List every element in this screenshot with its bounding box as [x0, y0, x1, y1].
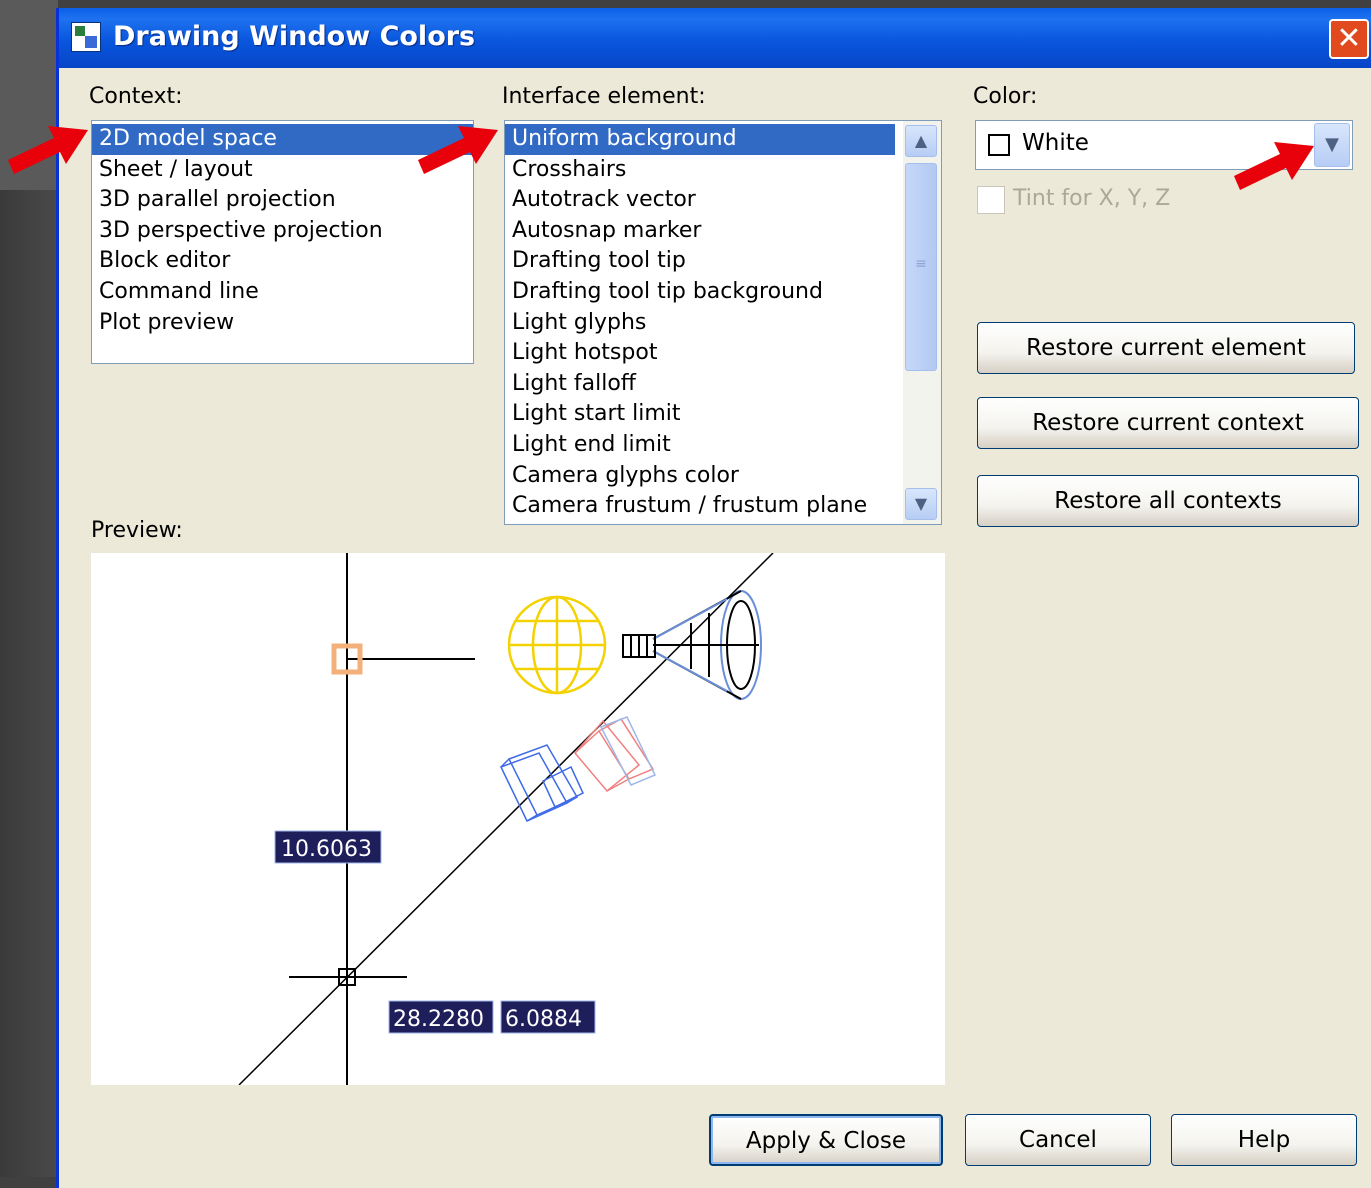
element-item-light-glyphs[interactable]: Light glyphs	[505, 308, 895, 339]
annotation-arrow-icon	[8, 126, 88, 174]
element-item-camera-frustum[interactable]: Camera frustum / frustum plane	[505, 491, 895, 522]
annotation-arrow-icon	[1234, 142, 1314, 190]
tint-checkbox[interactable]	[977, 186, 1005, 214]
interface-element-listbox[interactable]: Uniform background Crosshairs Autotrack …	[504, 120, 942, 525]
element-item-drafting-tool-tip[interactable]: Drafting tool tip	[505, 246, 895, 277]
help-button[interactable]: Help	[1171, 1114, 1357, 1166]
element-item-crosshairs[interactable]: Crosshairs	[505, 155, 895, 186]
app-icon	[71, 22, 101, 52]
element-item-drafting-tool-tip-background[interactable]: Drafting tool tip background	[505, 277, 895, 308]
light-glyph-sphere	[507, 595, 607, 695]
element-item-autotrack-vector[interactable]: Autotrack vector	[505, 185, 895, 216]
context-item-command-line[interactable]: Command line	[92, 277, 473, 308]
context-item-3d-parallel[interactable]: 3D parallel projection	[92, 185, 473, 216]
restore-current-context-button[interactable]: Restore current context	[977, 397, 1359, 449]
tint-label: Tint for X, Y, Z	[1013, 186, 1171, 211]
context-item-plot-preview[interactable]: Plot preview	[92, 308, 473, 339]
color-swatch	[988, 134, 1010, 156]
tooltip-length: 10.6063	[281, 837, 372, 862]
chevron-down-icon: ▼	[1325, 134, 1339, 155]
scroll-up-button[interactable]: ▲	[905, 125, 937, 157]
camera-glyph	[499, 716, 657, 822]
color-value: White	[1022, 130, 1089, 156]
close-button[interactable]: ✕	[1329, 19, 1369, 59]
preview-label: Preview:	[91, 518, 183, 543]
chevron-down-icon: ▼	[914, 494, 928, 513]
element-item-light-hotspot[interactable]: Light hotspot	[505, 338, 895, 369]
tooltip-x: 28.2280	[393, 1007, 484, 1032]
preview-canvas: 10.6063 28.2280 6.0884	[238, 553, 774, 1085]
element-item-uniform-background[interactable]: Uniform background	[505, 124, 895, 155]
restore-current-element-button[interactable]: Restore current element	[977, 322, 1355, 374]
restore-all-contexts-button[interactable]: Restore all contexts	[977, 475, 1359, 527]
color-label: Color:	[973, 84, 1038, 109]
element-item-autosnap-marker[interactable]: Autosnap marker	[505, 216, 895, 247]
element-item-light-start-limit[interactable]: Light start limit	[505, 399, 895, 430]
apply-close-button[interactable]: Apply & Close	[709, 1114, 943, 1166]
grip-icon: ≡	[915, 256, 927, 272]
cancel-button[interactable]: Cancel	[965, 1114, 1151, 1166]
context-item-3d-perspective[interactable]: 3D perspective projection	[92, 216, 473, 247]
context-label: Context:	[89, 84, 183, 109]
annotation-arrow-icon	[418, 126, 498, 174]
tooltip-y: 6.0884	[505, 1007, 582, 1032]
scroll-thumb[interactable]: ≡	[905, 163, 937, 371]
preview-pane: 10.6063 28.2280 6.0884	[91, 553, 945, 1085]
scroll-down-button[interactable]: ▼	[905, 488, 937, 520]
close-icon: ✕	[1336, 21, 1362, 56]
element-item-camera-glyphs-color[interactable]: Camera glyphs color	[505, 461, 895, 492]
title-bar[interactable]: Drawing Window Colors ✕	[59, 8, 1371, 68]
element-scrollbar[interactable]: ▲ ≡ ▼	[903, 121, 941, 524]
element-item-light-falloff[interactable]: Light falloff	[505, 369, 895, 400]
chevron-up-icon: ▲	[914, 131, 928, 150]
interface-element-label: Interface element:	[502, 84, 706, 109]
drawing-window-colors-dialog: Drawing Window Colors ✕ Context: Interfa…	[56, 8, 1371, 1188]
element-item-light-end-limit[interactable]: Light end limit	[505, 430, 895, 461]
context-item-block-editor[interactable]: Block editor	[92, 246, 473, 277]
window-title: Drawing Window Colors	[113, 21, 476, 52]
